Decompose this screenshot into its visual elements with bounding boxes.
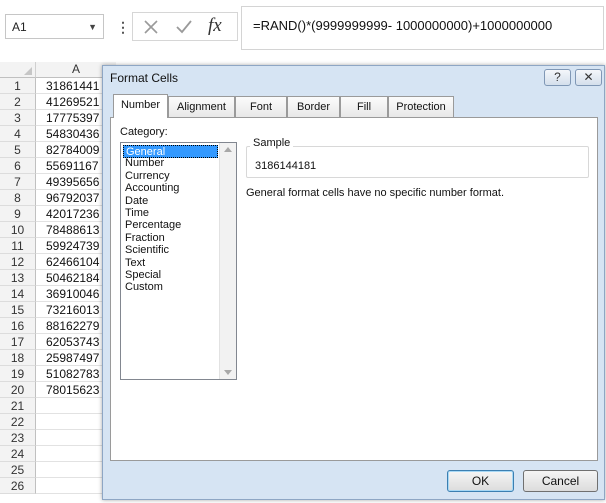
- row-header[interactable]: 2: [0, 94, 36, 110]
- checkmark-icon[interactable]: [175, 19, 193, 35]
- dialog-body: Number Alignment Font Border Fill Protec…: [110, 94, 598, 461]
- category-item-time[interactable]: Time: [123, 207, 218, 220]
- row-header[interactable]: 20: [0, 382, 36, 398]
- tab-border[interactable]: Border: [287, 96, 340, 117]
- category-item-date[interactable]: Date: [123, 195, 218, 208]
- scroll-down-icon[interactable]: [224, 370, 232, 375]
- row-header[interactable]: 24: [0, 446, 36, 462]
- category-item-general[interactable]: General: [123, 145, 218, 158]
- category-item-scientific[interactable]: Scientific: [123, 244, 218, 257]
- chevron-down-icon[interactable]: ▼: [88, 22, 97, 32]
- category-item-custom[interactable]: Custom: [123, 281, 218, 294]
- row-header[interactable]: 4: [0, 126, 36, 142]
- format-cells-dialog: Format Cells ? ✕ Number Alignment Font B…: [102, 65, 605, 500]
- row-header[interactable]: 16: [0, 318, 36, 334]
- tab-fill[interactable]: Fill: [340, 96, 388, 117]
- row-header[interactable]: 8: [0, 190, 36, 206]
- category-item-percentage[interactable]: Percentage: [123, 219, 218, 232]
- row-header[interactable]: 18: [0, 350, 36, 366]
- help-button[interactable]: ?: [544, 69, 571, 86]
- row-header[interactable]: 15: [0, 302, 36, 318]
- sample-value: 3186144181: [255, 160, 317, 172]
- name-box-value: A1: [12, 20, 27, 34]
- row-header[interactable]: 11: [0, 238, 36, 254]
- close-icon[interactable]: [143, 19, 159, 35]
- category-item-special[interactable]: Special: [123, 269, 218, 282]
- row-header[interactable]: 17: [0, 334, 36, 350]
- row-header[interactable]: 5: [0, 142, 36, 158]
- row-header[interactable]: 7: [0, 174, 36, 190]
- row-header[interactable]: 3: [0, 110, 36, 126]
- row-header[interactable]: 12: [0, 254, 36, 270]
- row-header[interactable]: 26: [0, 478, 36, 494]
- category-label: Category:: [120, 126, 168, 138]
- category-item-accounting[interactable]: Accounting: [123, 182, 218, 195]
- category-item-fraction[interactable]: Fraction: [123, 232, 218, 245]
- formula-bar-icons: fx: [132, 12, 238, 41]
- formula-bar-grip-icon: ⋮: [116, 19, 130, 35]
- category-item-currency[interactable]: Currency: [123, 170, 218, 183]
- row-header[interactable]: 10: [0, 222, 36, 238]
- tab-protection[interactable]: Protection: [388, 96, 454, 117]
- tab-number[interactable]: Number: [113, 94, 168, 118]
- format-description: General format cells have no specific nu…: [246, 187, 505, 199]
- row-header[interactable]: 23: [0, 430, 36, 446]
- ok-button[interactable]: OK: [447, 470, 514, 492]
- row-header[interactable]: 25: [0, 462, 36, 478]
- row-header[interactable]: 1: [0, 78, 36, 94]
- formula-input[interactable]: =RAND()*(9999999999- 1000000000)+1000000…: [241, 6, 604, 50]
- tab-alignment[interactable]: Alignment: [168, 96, 235, 117]
- tab-font[interactable]: Font: [235, 96, 287, 117]
- category-item-number[interactable]: Number: [123, 157, 218, 170]
- row-header[interactable]: 6: [0, 158, 36, 174]
- row-header[interactable]: 19: [0, 366, 36, 382]
- row-header[interactable]: 13: [0, 270, 36, 286]
- row-header[interactable]: 21: [0, 398, 36, 414]
- formula-text: =RAND()*(9999999999- 1000000000)+1000000…: [253, 18, 553, 33]
- row-header[interactable]: 22: [0, 414, 36, 430]
- close-button[interactable]: ✕: [575, 69, 602, 86]
- sample-label: Sample: [250, 137, 294, 149]
- row-header[interactable]: 14: [0, 286, 36, 302]
- number-tab-panel: Category: General Number Currency Accountin…: [110, 117, 598, 461]
- category-item-text[interactable]: Text: [123, 257, 218, 270]
- category-listbox[interactable]: General Number Currency Accounting Date Time P…: [120, 142, 237, 380]
- select-all-corner[interactable]: [0, 62, 36, 78]
- insert-function-button[interactable]: fx: [208, 15, 222, 37]
- sample-box: 3186144181: [246, 146, 589, 178]
- cancel-button[interactable]: Cancel: [523, 470, 598, 492]
- name-box[interactable]: A1 ▼: [5, 14, 104, 39]
- listbox-scrollbar[interactable]: [219, 143, 236, 379]
- scroll-up-icon[interactable]: [224, 147, 232, 152]
- row-header[interactable]: 9: [0, 206, 36, 222]
- dialog-title: Format Cells: [110, 71, 179, 85]
